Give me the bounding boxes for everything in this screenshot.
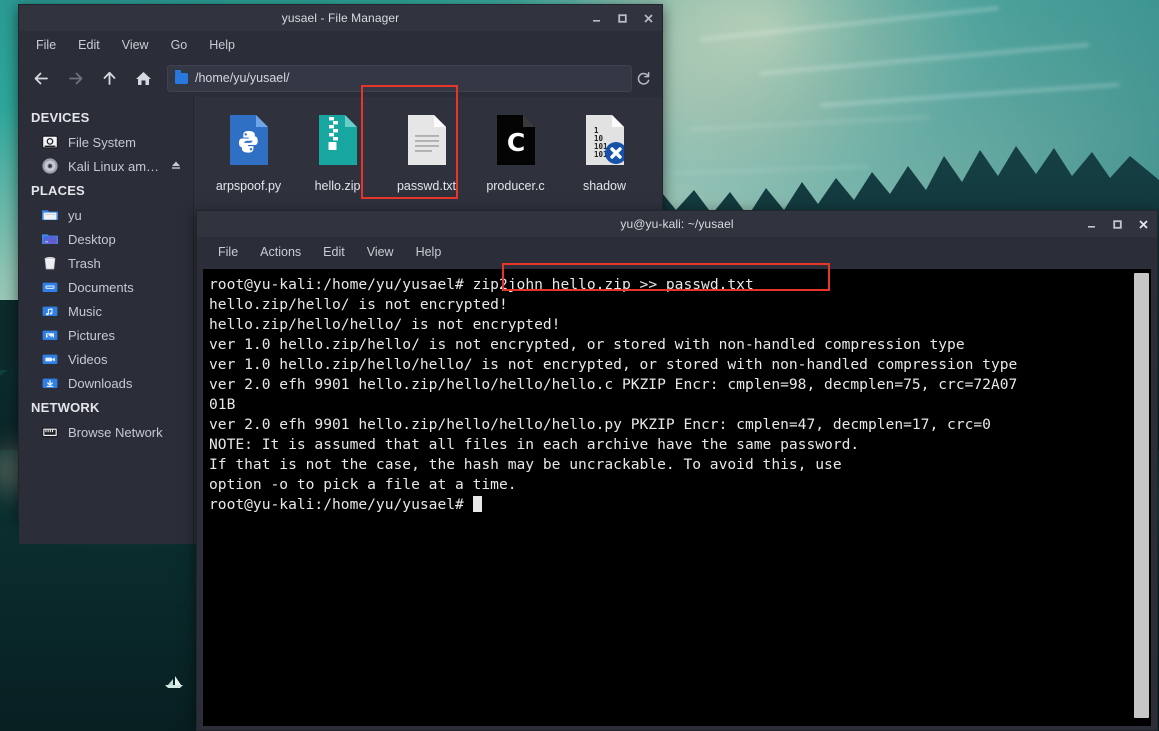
terminal-window[interactable]: yu@yu-kali: ~/yusael File Actions Edit V… xyxy=(196,210,1158,731)
sidebar-item-label: Browse Network xyxy=(68,424,163,440)
menu-item-file[interactable]: File xyxy=(27,33,65,57)
file-item-label: producer.c xyxy=(486,179,545,193)
sidebar-item-label: Kali Linux am… xyxy=(68,158,160,174)
sidebar-item-pictures[interactable]: Pictures xyxy=(19,323,193,347)
sidebar-item-label: yu xyxy=(68,207,82,223)
sidebar-item-label: Videos xyxy=(68,351,108,367)
back-arrow-icon[interactable] xyxy=(25,63,57,93)
minimize-icon[interactable] xyxy=(1083,216,1099,232)
sidebar-item-label: Music xyxy=(68,303,102,319)
menu-item-file[interactable]: File xyxy=(209,240,247,264)
file-manager-sidebar[interactable]: DEVICES File System Kali Linux am… PLACE… xyxy=(19,97,194,544)
maximize-icon[interactable] xyxy=(614,10,630,26)
file-manager-title: yusael - File Manager xyxy=(281,11,400,25)
sidebar-item-label: Documents xyxy=(68,279,134,295)
file-item-label: hello.zip xyxy=(314,179,361,193)
downloads-folder-icon xyxy=(41,374,59,392)
sidebar-item-music[interactable]: Music xyxy=(19,299,193,323)
home-folder-icon xyxy=(41,206,59,224)
pictures-folder-icon xyxy=(41,326,59,344)
sidebar-item-desktop[interactable]: Desktop xyxy=(19,227,193,251)
terminal-scrollbar-thumb[interactable] xyxy=(1134,273,1149,718)
sidebar-item-kali-linux[interactable]: Kali Linux am… xyxy=(19,154,193,178)
terminal-output: root@yu-kali:/home/yu/yusael# zip2john h… xyxy=(209,275,1127,515)
file-grid: arpspoof.py hello.zip passwd.txt C produ… xyxy=(194,97,662,193)
forward-arrow-icon[interactable] xyxy=(59,63,91,93)
close-icon[interactable] xyxy=(640,10,656,26)
home-icon[interactable] xyxy=(127,63,159,93)
file-item-hello-zip[interactable]: hello.zip xyxy=(293,109,382,193)
sidebar-header-devices: DEVICES xyxy=(31,110,90,125)
reload-icon[interactable] xyxy=(634,71,652,86)
terminal-cursor xyxy=(472,496,482,512)
file-manager-toolbar[interactable]: /home/yu/yusael/ xyxy=(19,59,662,97)
terminal-menubar[interactable]: File Actions Edit View Help xyxy=(197,237,1157,267)
path-text: /home/yu/yusael/ xyxy=(195,71,290,85)
python-file-icon xyxy=(223,113,275,175)
file-item-label: shadow xyxy=(582,179,627,193)
file-item-label: passwd.txt xyxy=(396,179,457,193)
sidebar-header-places: PLACES xyxy=(31,183,85,198)
terminal-final-prompt: root@yu-kali:/home/yu/yusael# xyxy=(209,496,473,513)
menu-item-go[interactable]: Go xyxy=(162,33,197,57)
menu-item-edit[interactable]: Edit xyxy=(69,33,109,57)
sidebar-item-label: Trash xyxy=(68,255,101,271)
path-input[interactable]: /home/yu/yusael/ xyxy=(167,64,632,92)
sidebar-item-label: Pictures xyxy=(68,327,115,343)
terminal-screen[interactable]: root@yu-kali:/home/yu/yusael# zip2john h… xyxy=(203,269,1131,726)
menu-item-help[interactable]: Help xyxy=(200,33,244,57)
sidebar-item-downloads[interactable]: Downloads xyxy=(19,371,193,395)
file-item-arpspoof-py[interactable]: arpspoof.py xyxy=(204,109,293,193)
sidebar-item-documents[interactable]: Documents xyxy=(19,275,193,299)
terminal-prompt-line: root@yu-kali:/home/yu/yusael# xyxy=(209,276,464,293)
file-manager-menubar[interactable]: File Edit View Go Help xyxy=(19,31,662,59)
file-item-producer-c[interactable]: C producer.c xyxy=(471,109,560,193)
sidebar-item-label: Desktop xyxy=(68,231,116,247)
wallpaper-boat xyxy=(165,676,183,688)
desktop: N READ THIS yusael - File Manager File xyxy=(0,0,1159,731)
binary-file-broken-icon: 1 10 101 1010 xyxy=(579,113,631,175)
drive-icon xyxy=(41,133,59,151)
sidebar-item-label: Downloads xyxy=(68,375,133,391)
network-icon xyxy=(41,423,59,441)
menu-item-view[interactable]: View xyxy=(358,240,403,264)
menu-item-edit[interactable]: Edit xyxy=(314,240,354,264)
videos-folder-icon xyxy=(41,350,59,368)
menu-item-view[interactable]: View xyxy=(113,33,158,57)
folder-icon xyxy=(175,70,188,84)
sidebar-header-network: NETWORK xyxy=(31,400,100,415)
file-item-passwd-txt[interactable]: passwd.txt xyxy=(382,109,471,193)
terminal-title: yu@yu-kali: ~/yusael xyxy=(620,217,734,231)
music-folder-icon xyxy=(41,302,59,320)
c-source-file-icon: C xyxy=(490,113,542,175)
menu-item-help[interactable]: Help xyxy=(407,240,451,264)
sidebar-item-trash[interactable]: Trash xyxy=(19,251,193,275)
archive-file-icon xyxy=(312,113,364,175)
menu-item-actions[interactable]: Actions xyxy=(251,240,310,264)
sidebar-item-label: File System xyxy=(68,134,136,150)
up-arrow-icon[interactable] xyxy=(93,63,125,93)
file-manager-window-buttons xyxy=(588,5,656,31)
disc-icon xyxy=(41,157,59,175)
sidebar-item-yu[interactable]: yu xyxy=(19,203,193,227)
terminal-window-buttons xyxy=(1083,211,1151,237)
text-file-icon xyxy=(401,113,453,175)
maximize-icon[interactable] xyxy=(1109,216,1125,232)
file-manager-titlebar[interactable]: yusael - File Manager xyxy=(19,5,662,31)
terminal-titlebar[interactable]: yu@yu-kali: ~/yusael xyxy=(197,211,1157,237)
desktop-folder-icon xyxy=(41,230,59,248)
sidebar-item-browse-network[interactable]: Browse Network xyxy=(19,420,193,444)
file-item-shadow[interactable]: 1 10 101 1010 shadow xyxy=(560,109,649,193)
svg-text:C: C xyxy=(506,128,524,157)
minimize-icon[interactable] xyxy=(588,10,604,26)
trash-icon xyxy=(41,254,59,272)
terminal-typed-command: zip2john hello.zip >> passwd.txt xyxy=(463,276,754,293)
eject-icon[interactable] xyxy=(171,160,181,172)
terminal-command-output: hello.zip/hello/ is not encrypted! hello… xyxy=(209,296,1018,493)
documents-folder-icon xyxy=(41,278,59,296)
sidebar-item-file-system[interactable]: File System xyxy=(19,130,193,154)
close-icon[interactable] xyxy=(1135,216,1151,232)
sidebar-item-videos[interactable]: Videos xyxy=(19,347,193,371)
file-item-label: arpspoof.py xyxy=(215,179,282,193)
